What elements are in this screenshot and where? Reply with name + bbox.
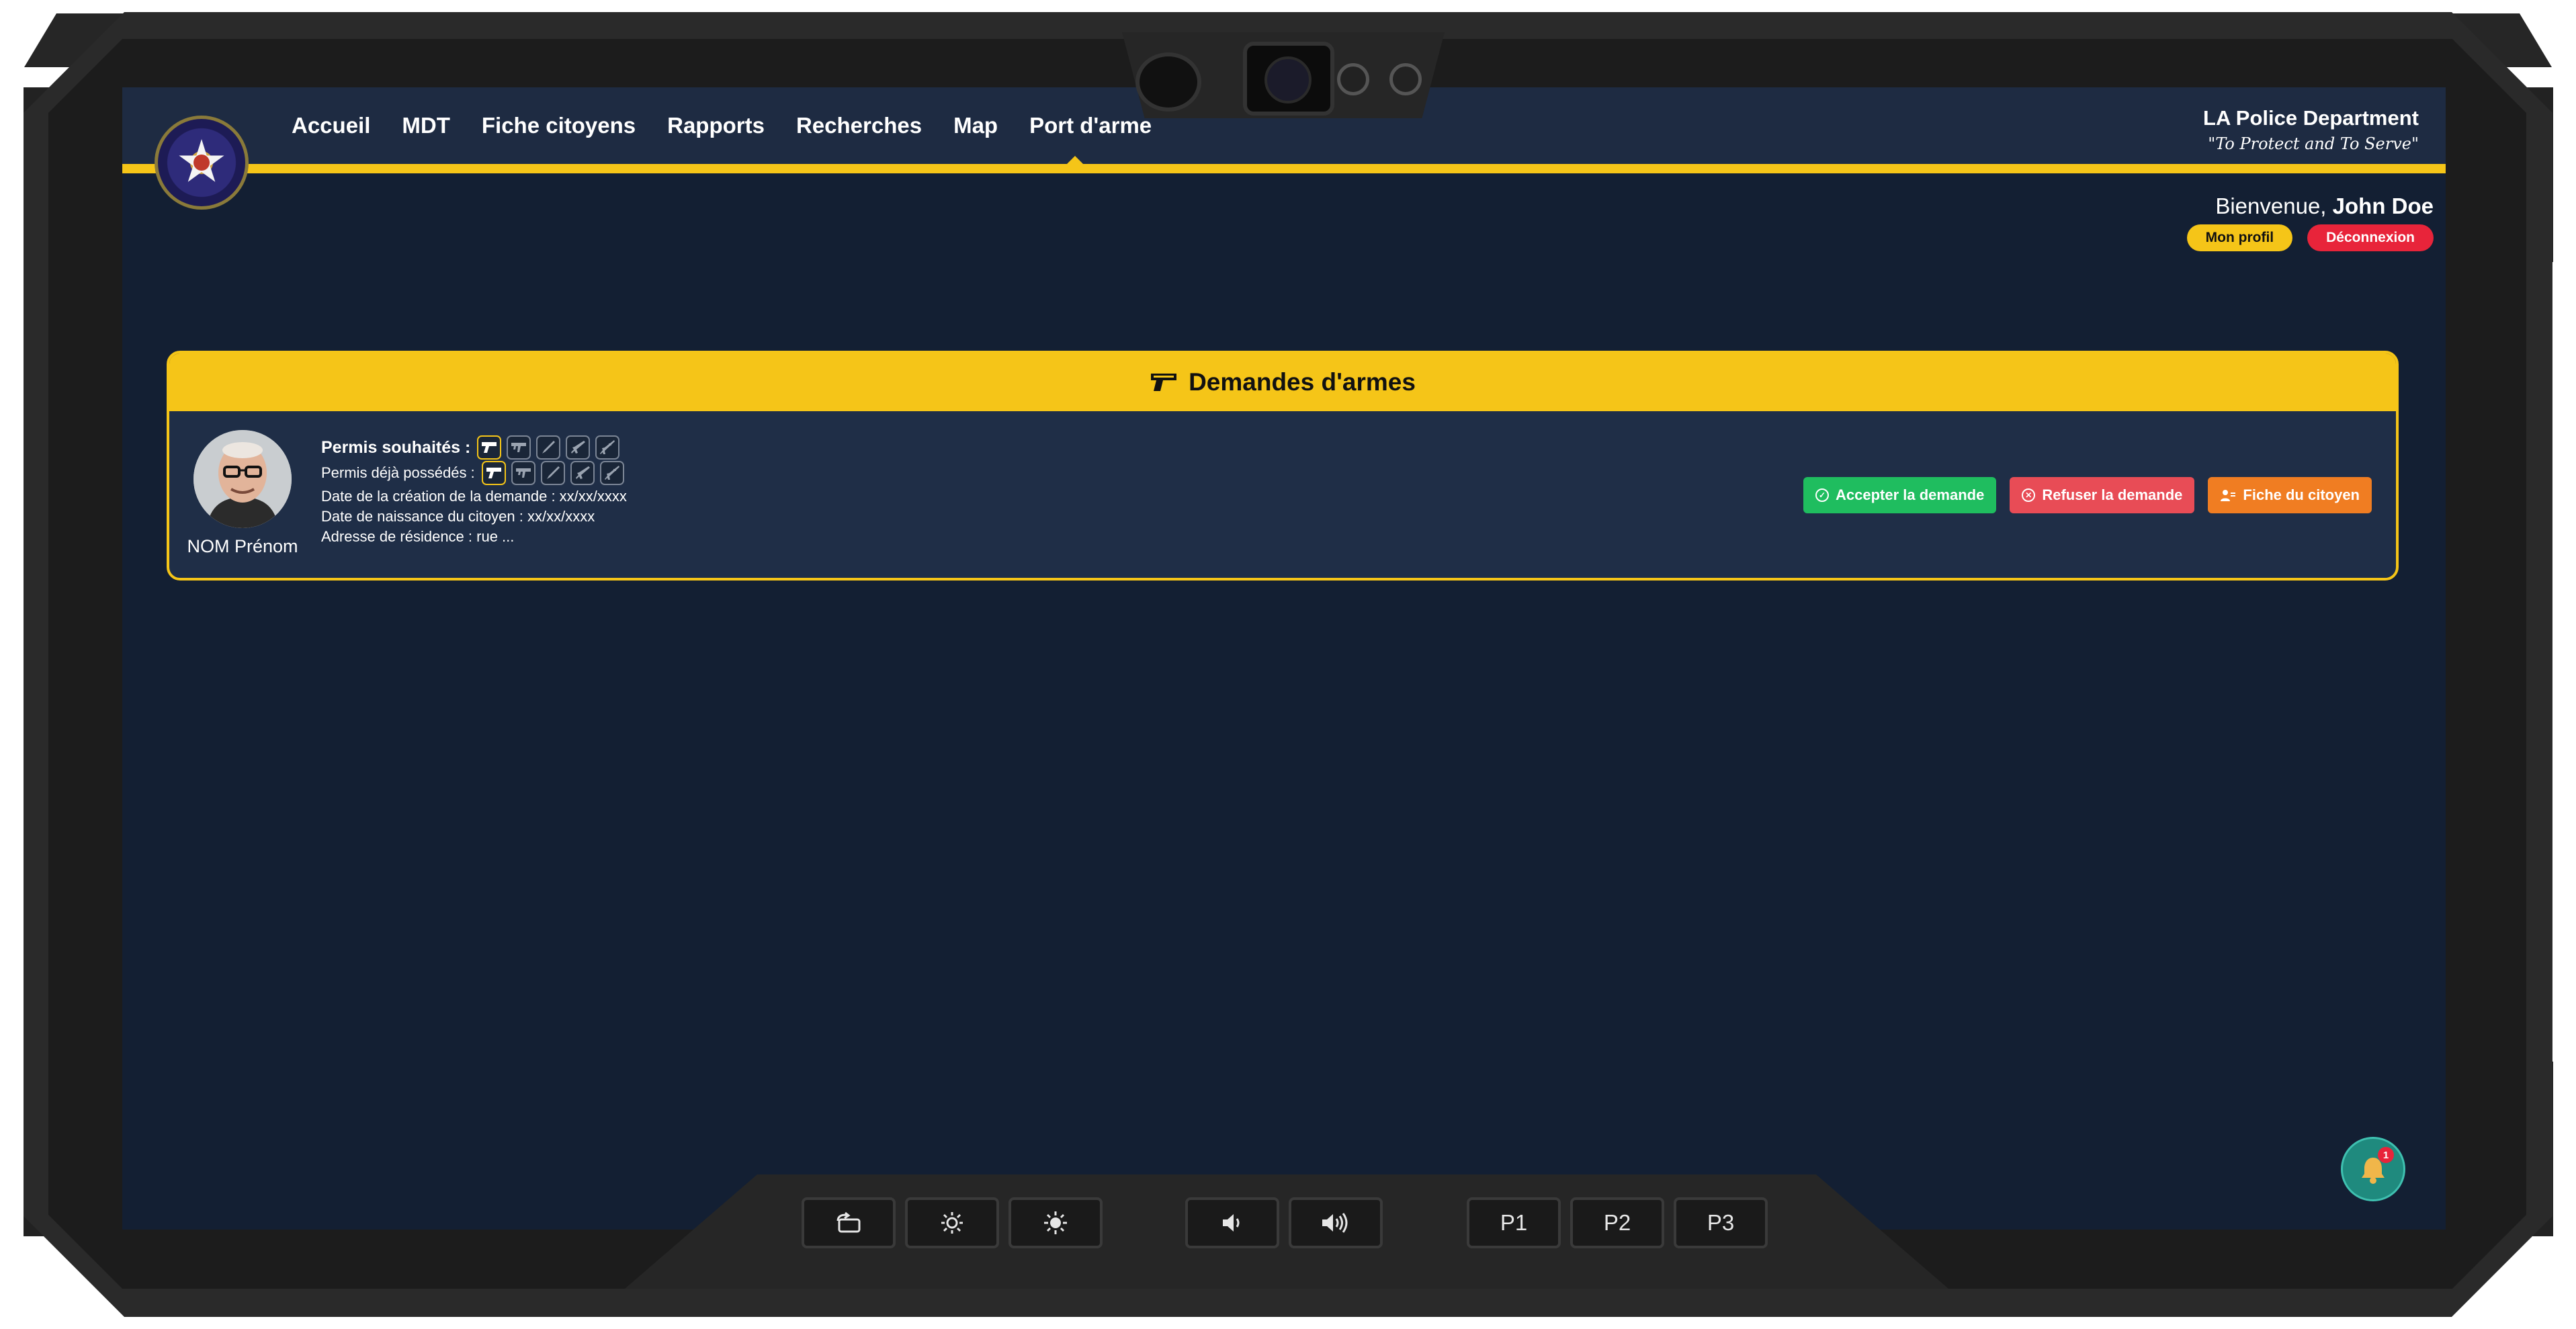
sniper-icon bbox=[599, 461, 624, 485]
nav-item-accueil[interactable]: Accueil bbox=[292, 113, 370, 138]
citizen-avatar-block: NOM Prénom bbox=[187, 430, 298, 557]
user-buttons: Mon profil Déconnexion bbox=[2186, 224, 2434, 251]
check-circle-icon: ✓ bbox=[1815, 488, 1830, 502]
citizen-birth-date: Date de naissance du citoyen : xx/xx/xxx… bbox=[321, 508, 595, 525]
star-icon bbox=[179, 139, 224, 182]
hardware-group-presets: P1 P2 P3 bbox=[1467, 1197, 1768, 1248]
citizen-sheet-label: Fiche du citoyen bbox=[2243, 486, 2360, 503]
panel-header: Demandes d'armes bbox=[169, 353, 2396, 411]
sensor-dot bbox=[1337, 63, 1369, 95]
brightness-down-button[interactable] bbox=[905, 1197, 999, 1248]
smg-icon[interactable] bbox=[507, 435, 531, 460]
citizen-sheet-button[interactable]: Fiche du citoyen bbox=[2208, 477, 2372, 513]
accept-request-button[interactable]: ✓ Accepter la demande bbox=[1803, 477, 1997, 513]
mdt-screen: Accueil MDT Fiche citoyens Rapports Rech… bbox=[122, 87, 2446, 1230]
preset-p2-button[interactable]: P2 bbox=[1570, 1197, 1664, 1248]
user-welcome: Bienvenue, John Doe Mon profil Déconnexi… bbox=[2186, 194, 2434, 251]
panel-title: Demandes d'armes bbox=[1189, 368, 1416, 396]
active-nav-indicator bbox=[1066, 156, 1084, 165]
pistol-icon bbox=[481, 461, 506, 485]
rifle-icon bbox=[570, 461, 595, 485]
nav-item-recherches[interactable]: Recherches bbox=[796, 113, 922, 138]
rotate-icon bbox=[836, 1211, 861, 1233]
citizen-name: NOM Prénom bbox=[187, 536, 298, 556]
melee-icon[interactable] bbox=[536, 435, 561, 460]
notifications-button[interactable]: 1 bbox=[2341, 1137, 2405, 1201]
volume-down-button[interactable] bbox=[1185, 1197, 1279, 1248]
request-row: NOM Prénom Permis souhaités : Permis déj… bbox=[169, 411, 2396, 578]
brightness-up-button[interactable] bbox=[1008, 1197, 1103, 1248]
citizen-photo bbox=[194, 430, 292, 528]
volume-up-button[interactable] bbox=[1289, 1197, 1383, 1248]
citizen-avatar[interactable] bbox=[194, 430, 292, 528]
camera-lens bbox=[1135, 52, 1201, 112]
welcome-text: Bienvenue, John Doe bbox=[2187, 194, 2434, 219]
melee-icon bbox=[540, 461, 565, 485]
preset-p3-button[interactable]: P3 bbox=[1674, 1197, 1768, 1248]
navbar-accent-line bbox=[122, 164, 2446, 173]
nav-item-port-d-arme[interactable]: Port d'arme bbox=[1029, 113, 1152, 138]
hardware-group-display bbox=[802, 1197, 1103, 1248]
refuse-request-button[interactable]: ✕ Refuser la demande bbox=[2010, 477, 2195, 513]
user-name: John Doe bbox=[2332, 194, 2434, 218]
request-info: Permis souhaités : Permis déjà possédés … bbox=[321, 435, 627, 547]
preset-p1-button[interactable]: P1 bbox=[1467, 1197, 1561, 1248]
rotate-screen-button[interactable] bbox=[802, 1197, 896, 1248]
brand-title: LA Police Department bbox=[2203, 106, 2419, 130]
nav-item-map[interactable]: Map bbox=[953, 113, 998, 138]
rifle-icon[interactable] bbox=[566, 435, 591, 460]
hardware-group-volume bbox=[1185, 1197, 1383, 1248]
owned-permits-label: Permis déjà possédés : bbox=[321, 464, 475, 481]
camera-module bbox=[1243, 42, 1334, 116]
citizen-address: Adresse de résidence : rue ... bbox=[321, 528, 515, 545]
smg-icon bbox=[511, 461, 535, 485]
x-circle-icon: ✕ bbox=[2022, 488, 2036, 502]
wanted-permits-label: Permis souhaités : bbox=[321, 438, 471, 457]
pistol-icon[interactable] bbox=[477, 435, 502, 460]
brand-motto: "To Protect and To Serve" bbox=[2208, 134, 2419, 153]
notification-count-badge: 1 bbox=[2378, 1147, 2394, 1163]
wanted-permits-row: Permis souhaités : bbox=[321, 435, 627, 460]
sensor-dot bbox=[1389, 63, 1422, 95]
brightness-low-icon bbox=[941, 1212, 963, 1234]
lapd-badge-logo bbox=[155, 116, 249, 210]
weapon-requests-panel: Demandes d'armes NOM Prénom Permis souha… bbox=[167, 351, 2399, 581]
nav-item-rapports[interactable]: Rapports bbox=[667, 113, 765, 138]
owned-permits-row: Permis déjà possédés : bbox=[321, 461, 627, 485]
brightness-high-icon bbox=[1044, 1211, 1067, 1234]
sniper-icon[interactable] bbox=[595, 435, 620, 460]
request-actions: ✓ Accepter la demande ✕ Refuser la deman… bbox=[1803, 477, 2372, 513]
profile-button[interactable]: Mon profil bbox=[2186, 224, 2293, 251]
wanted-permits-icons bbox=[477, 435, 620, 460]
owned-permits-icons bbox=[481, 461, 624, 485]
request-creation-date: Date de la création de la demande : xx/x… bbox=[321, 488, 627, 505]
volume-low-icon bbox=[1223, 1214, 1240, 1232]
gun-icon bbox=[1151, 374, 1177, 391]
welcome-greeting: Bienvenue, bbox=[2215, 194, 2327, 218]
logout-button[interactable]: Déconnexion bbox=[2307, 224, 2434, 251]
brand-block: LA Police Department "To Protect and To … bbox=[2203, 106, 2419, 153]
nav-item-fiche-citoyens[interactable]: Fiche citoyens bbox=[482, 113, 636, 138]
refuse-request-label: Refuser la demande bbox=[2042, 486, 2183, 503]
nav-item-mdt[interactable]: MDT bbox=[402, 113, 449, 138]
volume-high-icon bbox=[1322, 1213, 1348, 1233]
accept-request-label: Accepter la demande bbox=[1836, 486, 1985, 503]
main-nav: Accueil MDT Fiche citoyens Rapports Rech… bbox=[292, 113, 1183, 138]
user-card-icon bbox=[2221, 490, 2236, 501]
